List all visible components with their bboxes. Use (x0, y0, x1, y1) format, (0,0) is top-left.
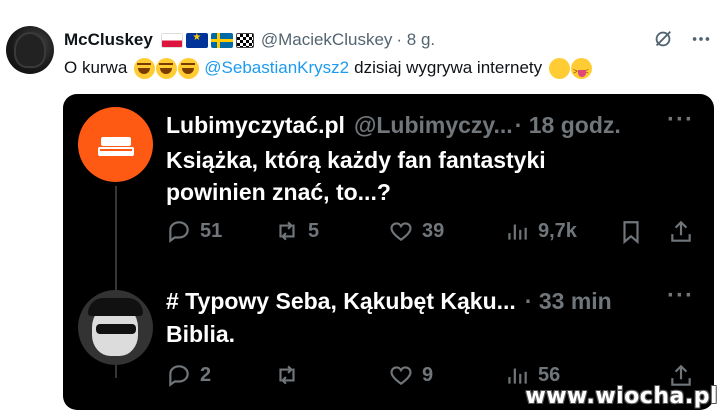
rolling-laughing-emoji-icon (156, 57, 178, 79)
like-count: 9 (422, 363, 434, 386)
bookmark-icon (623, 221, 639, 245)
rolling-laughing-emoji-icon (178, 57, 200, 79)
reply-count: 2 (200, 363, 212, 386)
mention-link[interactable]: @SebastianKrysz2 (204, 56, 349, 80)
quoted-tweet-1-header: Lubimyczytać.pl @Lubimyczy... · 18 godz. (166, 108, 621, 142)
more-options-icon[interactable] (690, 28, 712, 50)
quoted-tweet-1-time: · 18 godz. (514, 111, 621, 138)
book-stack-icon (98, 133, 134, 157)
quoted-tweet-2-header: # Typowy Seba, Kąkubęt Kąku... · 33 min (166, 284, 612, 318)
retweet-icon (279, 365, 295, 385)
embedded-screenshot[interactable]: Lubimyczytać.pl @Lubimyczy... · 18 godz.… (63, 94, 714, 410)
squinting-tongue-emoji-icon (571, 57, 593, 84)
typowy-seba-avatar (78, 290, 153, 365)
poland-flag-icon (160, 32, 183, 48)
reply-count: 51 (200, 219, 223, 242)
quoted-tweet-2-text: Biblia. (166, 321, 236, 347)
more-icon: ··· (667, 282, 694, 309)
reply-icon (169, 221, 189, 243)
like-action: 39 (388, 218, 444, 244)
views-icon (508, 224, 527, 240)
quoted-tweet-1-handle: @Lubimyczy... (353, 111, 513, 138)
flags (160, 32, 254, 48)
views-count: 9,7k (538, 219, 577, 242)
retweet-action: 5 (274, 218, 319, 244)
quoted-tweet-2-time: · 33 min (524, 287, 612, 314)
heart-icon (390, 222, 412, 241)
share-icon (671, 220, 691, 242)
reply-action: 51 (166, 218, 222, 244)
lubimyczytac-avatar (78, 107, 153, 182)
post-text-after: dzisiaj wygrywa internety (354, 58, 543, 77)
reply-action: 2 (166, 362, 211, 388)
quoted-tweet-1-line2: powinien znać, to...? (166, 179, 391, 205)
quoted-tweet-1-actions: 51 5 39 9,7k (166, 218, 694, 248)
checkered-flag-icon (235, 32, 254, 48)
eu-flag-icon (185, 32, 208, 48)
more-icon: ··· (667, 106, 694, 133)
rolling-laughing-emoji-icon (134, 57, 156, 79)
post-header-actions (652, 28, 712, 50)
face-emoji-icon (549, 57, 571, 79)
watermark: www.wiocha.pl (525, 384, 718, 409)
like-action: 9 (388, 362, 433, 388)
like-count: 39 (422, 219, 445, 242)
author-handle[interactable]: @MaciekCluskey (261, 30, 393, 50)
sweden-flag-icon (210, 32, 233, 48)
views-action: 9,7k (504, 218, 577, 244)
quoted-tweet-1-text: Książka, którą każdy fan fantastyki powi… (166, 144, 546, 208)
post-text-before: O kurwa (64, 58, 128, 77)
retweet-action (274, 362, 308, 388)
grok-icon[interactable] (652, 28, 674, 50)
reply-icon (169, 365, 189, 387)
post-header: McCluskey @MaciekCluskey · 8 g. (64, 29, 435, 51)
post-text: O kurwa @SebastianKrysz2 dzisiaj wygrywa… (64, 56, 593, 84)
retweet-count: 5 (308, 219, 320, 242)
quoted-tweet-2-name: # Typowy Seba, Kąkubęt Kąku... (166, 287, 516, 314)
retweet-icon (279, 221, 295, 241)
heart-icon (390, 366, 412, 385)
quoted-tweet-1-line1: Książka, którą każdy fan fantastyki (166, 147, 546, 173)
post-timestamp[interactable]: · 8 g. (396, 30, 435, 50)
author-avatar[interactable] (6, 26, 54, 74)
quoted-tweet-1-name: Lubimyczytać.pl (166, 111, 345, 138)
author-name[interactable]: McCluskey (64, 30, 153, 50)
